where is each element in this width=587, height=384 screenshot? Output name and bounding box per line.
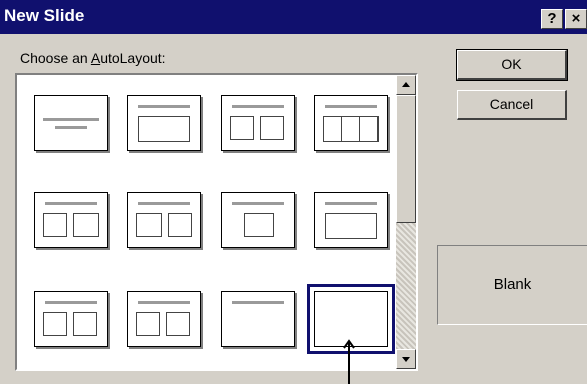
layout-title-only[interactable] (221, 291, 295, 347)
subtitle-bar-glyph (55, 126, 87, 129)
layout-organization-chart[interactable] (221, 192, 295, 248)
title-bar-glyph (138, 301, 190, 304)
scroll-thumb[interactable] (396, 95, 416, 223)
scroll-down-button[interactable] (396, 349, 416, 369)
layout-preview: Blank (437, 245, 587, 325)
ok-button[interactable]: OK (456, 49, 568, 81)
title-bar-glyph (325, 105, 377, 108)
title-bar: New Slide ? × (0, 0, 587, 34)
chart-icon (73, 213, 99, 237)
scroll-up-button[interactable] (396, 75, 416, 95)
cancel-button[interactable]: Cancel (457, 90, 567, 120)
bullet-text-icon (168, 213, 192, 237)
layout-clip-art-and-text[interactable] (127, 291, 201, 347)
layout-title-slide[interactable] (34, 95, 108, 151)
clip-art-icon (136, 312, 160, 336)
table-icon (323, 116, 379, 142)
bullet-text-icon (260, 116, 284, 140)
title-bar-glyph (43, 118, 99, 121)
layout-two-column-text[interactable] (221, 95, 295, 151)
new-slide-dialog: New Slide ? × Choose an AutoLayout: OK C… (0, 0, 587, 384)
chart-icon (136, 213, 162, 237)
bullet-text-icon (43, 213, 67, 237)
title-bar-glyph (138, 202, 190, 205)
autolayout-label: Choose an AutoLayout: (20, 50, 166, 66)
bullet-text-icon (166, 312, 190, 336)
layout-chart-and-text[interactable] (127, 192, 201, 248)
title-bar-glyph (232, 202, 284, 205)
window-title: New Slide (4, 6, 85, 25)
arrow-up-icon (402, 82, 410, 87)
bullet-text-icon (43, 312, 67, 336)
title-bar-glyph (325, 202, 377, 205)
title-bar-glyph (138, 105, 190, 108)
title-bar-glyph (45, 202, 97, 205)
chart-icon (325, 213, 377, 239)
layout-text-and-clip-art[interactable] (34, 291, 108, 347)
layout-chart[interactable] (314, 192, 388, 248)
title-bar-glyph (232, 105, 284, 108)
help-button[interactable]: ? (541, 9, 563, 29)
layout-table[interactable] (314, 95, 388, 151)
autolayout-list[interactable] (15, 73, 418, 371)
bullet-text-icon (230, 116, 254, 140)
layout-name: Blank (493, 276, 532, 293)
clip-art-icon (73, 312, 97, 336)
layout-scrollbar[interactable] (396, 75, 416, 369)
layout-bulleted-list[interactable] (127, 95, 201, 151)
close-button[interactable]: × (565, 9, 587, 29)
bullet-text-icon (138, 116, 190, 142)
layout-text-and-chart[interactable] (34, 192, 108, 248)
arrow-down-icon (402, 357, 410, 362)
pointer-arrow-icon (343, 339, 355, 384)
org-chart-icon (244, 213, 274, 237)
title-bar-glyph (232, 301, 284, 304)
title-bar-glyph (45, 301, 97, 304)
